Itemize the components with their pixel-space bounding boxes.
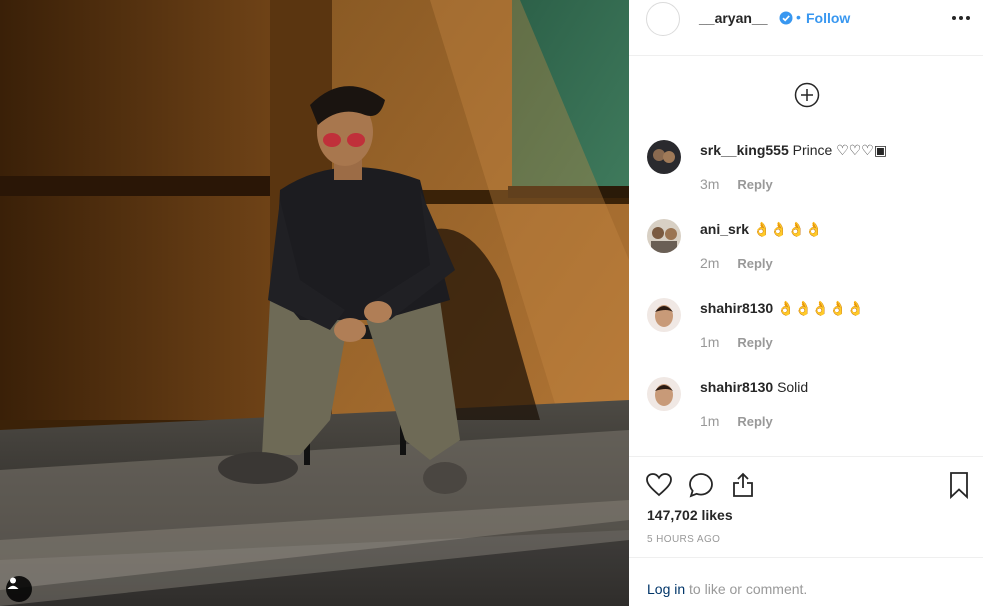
comment-text: shahir8130 👌👌👌👌👌 bbox=[700, 300, 864, 317]
reply-button[interactable]: Reply bbox=[737, 256, 772, 271]
post-timestamp: 5 HOURS AGO bbox=[647, 534, 721, 545]
commenter-avatar[interactable] bbox=[647, 219, 681, 253]
post-actions: 147,702 likes 5 HOURS AGO bbox=[629, 456, 983, 554]
author-username[interactable]: __aryan__ bbox=[699, 10, 768, 26]
heart-icon[interactable] bbox=[645, 471, 673, 499]
reply-button[interactable]: Reply bbox=[737, 414, 772, 429]
comment-username[interactable]: ani_srk bbox=[700, 221, 749, 237]
share-icon[interactable] bbox=[729, 471, 757, 499]
comment-username[interactable]: srk__king555 bbox=[700, 142, 789, 158]
reply-button[interactable]: Reply bbox=[737, 335, 772, 350]
login-link[interactable]: Log in bbox=[647, 581, 685, 597]
verified-badge-icon bbox=[779, 11, 793, 25]
more-options-icon[interactable] bbox=[949, 8, 973, 28]
user-tag-icon[interactable] bbox=[6, 576, 32, 602]
comment-item: ani_srk 👌👌👌👌 2m Reply bbox=[629, 219, 983, 289]
commenter-avatar[interactable] bbox=[647, 377, 681, 411]
comment-text: srk__king555 Prince ♡♡♡▣ bbox=[700, 142, 887, 159]
login-text: Log in to like or comment. bbox=[647, 581, 807, 597]
comment-meta: 1m Reply bbox=[700, 413, 773, 429]
commenter-avatar[interactable] bbox=[647, 298, 681, 332]
commenter-avatar[interactable] bbox=[647, 140, 681, 174]
follow-button[interactable]: Follow bbox=[806, 10, 850, 26]
comment-age: 1m bbox=[700, 334, 720, 350]
comment-body: 👌👌👌👌👌 bbox=[777, 300, 865, 316]
comment-body: 👌👌👌👌 bbox=[752, 221, 823, 237]
comment-age: 3m bbox=[700, 176, 720, 192]
comment-text: shahir8130 Solid bbox=[700, 379, 808, 395]
header-separator: • bbox=[796, 9, 801, 25]
bookmark-icon[interactable] bbox=[945, 471, 973, 500]
comment-age: 2m bbox=[700, 255, 720, 271]
author-avatar[interactable] bbox=[646, 2, 680, 36]
comment-age: 1m bbox=[700, 413, 720, 429]
comment-text: ani_srk 👌👌👌👌 bbox=[700, 221, 823, 238]
photo-scene bbox=[0, 0, 629, 606]
reply-button[interactable]: Reply bbox=[737, 177, 772, 192]
post-sidebar: __aryan__ • Follow srk__king555 Prince ♡… bbox=[629, 0, 983, 606]
plus-circle-icon[interactable] bbox=[794, 82, 820, 108]
comment-body: Solid bbox=[777, 379, 809, 395]
likes-count[interactable]: 147,702 likes bbox=[647, 507, 733, 523]
login-suffix: to like or comment. bbox=[685, 581, 808, 597]
comment-item: srk__king555 Prince ♡♡♡▣ 3m Reply bbox=[629, 140, 983, 210]
comment-item: shahir8130 Solid 1m Reply bbox=[629, 377, 983, 447]
post-photo[interactable] bbox=[0, 0, 629, 606]
comment-username[interactable]: shahir8130 bbox=[700, 300, 773, 316]
comment-body: Prince ♡♡♡▣ bbox=[792, 142, 888, 158]
login-prompt: Log in to like or comment. bbox=[629, 557, 983, 606]
comment-icon[interactable] bbox=[687, 471, 715, 499]
comment-item: shahir8130 👌👌👌👌👌 1m Reply bbox=[629, 298, 983, 368]
comment-meta: 3m Reply bbox=[700, 176, 773, 192]
comment-meta: 1m Reply bbox=[700, 334, 773, 350]
post-header: __aryan__ • Follow bbox=[629, 0, 983, 56]
comment-username[interactable]: shahir8130 bbox=[700, 379, 773, 395]
comment-meta: 2m Reply bbox=[700, 255, 773, 271]
